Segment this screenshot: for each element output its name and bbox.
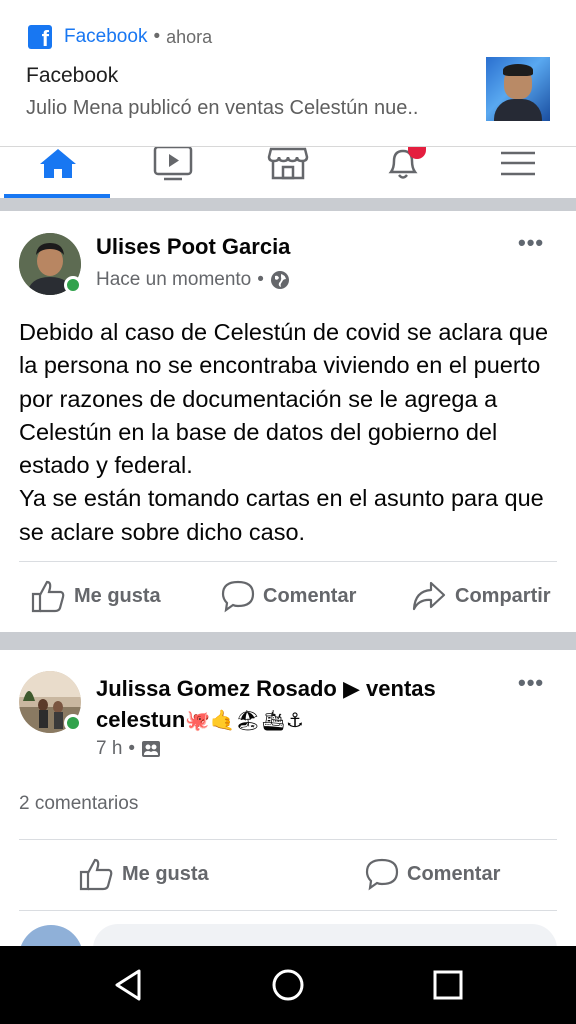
comment-label: Comentar xyxy=(263,584,357,607)
online-status-indicator xyxy=(64,276,82,294)
post-meta: Hace un momento • xyxy=(96,269,290,291)
recents-icon[interactable] xyxy=(432,969,464,1001)
notification-header: f Facebook • ahora xyxy=(28,25,213,51)
like-label: Me gusta xyxy=(74,584,161,607)
comment-icon xyxy=(221,580,255,613)
comment-icon xyxy=(365,858,399,891)
post-options-button[interactable]: ••• xyxy=(518,230,544,256)
video-tab[interactable] xyxy=(115,147,230,199)
post-time[interactable]: 7 h xyxy=(96,738,122,760)
notifications-tab[interactable] xyxy=(345,147,460,199)
post-author[interactable]: Julissa Gomez Rosado xyxy=(96,676,337,701)
notification-title: Facebook xyxy=(26,64,119,87)
share-button[interactable]: Compartir xyxy=(411,579,551,613)
actions-divider xyxy=(19,839,557,840)
post-meta: 7 h • xyxy=(96,738,161,760)
tab-bar xyxy=(0,147,576,199)
notification-card[interactable]: f Facebook • ahora Facebook Julio Mena p… xyxy=(0,0,576,147)
home-button-icon[interactable] xyxy=(271,968,305,1002)
menu-tab[interactable] xyxy=(460,147,575,199)
like-button[interactable]: Me gusta xyxy=(78,857,209,891)
notification-time: ahora xyxy=(166,26,213,47)
post-author[interactable]: Ulises Poot Garcia xyxy=(96,234,290,260)
comment-label: Comentar xyxy=(407,862,501,885)
thumbs-up-icon xyxy=(79,858,113,891)
actions-divider xyxy=(19,561,557,562)
notification-separator: • xyxy=(153,26,161,47)
notification-thumbnail xyxy=(486,57,550,121)
video-icon xyxy=(153,147,192,181)
feed-divider xyxy=(0,198,576,211)
post-text: Debido al caso de Celestún de covid se a… xyxy=(19,319,549,545)
group-arrow-icon: ▶ xyxy=(342,676,360,701)
group-name[interactable]: ventas xyxy=(366,676,436,701)
like-button[interactable]: Me gusta xyxy=(30,579,161,613)
online-status-indicator xyxy=(64,714,82,732)
group-name-continued[interactable]: celestun xyxy=(96,707,185,732)
comment-button[interactable]: Comentar xyxy=(365,857,500,891)
share-icon xyxy=(412,581,446,611)
home-tab[interactable] xyxy=(0,147,115,199)
share-label: Compartir xyxy=(455,584,551,607)
post-time[interactable]: Hace un momento xyxy=(96,269,251,291)
thumbs-up-icon xyxy=(31,580,65,613)
comments-count-link[interactable]: 2 comentarios xyxy=(19,793,138,815)
composer-divider xyxy=(19,910,557,911)
back-icon[interactable] xyxy=(112,968,144,1002)
marketplace-tab[interactable] xyxy=(230,147,345,199)
system-navigation-bar xyxy=(0,946,576,1024)
facebook-logo-icon: f xyxy=(28,25,52,51)
home-icon xyxy=(39,149,76,178)
post-header-text: Julissa Gomez Rosado ▶ ventas celestun🐙🤙… xyxy=(96,673,516,737)
like-label: Me gusta xyxy=(122,862,209,885)
meta-separator: • xyxy=(128,738,136,759)
post-options-button[interactable]: ••• xyxy=(518,670,544,696)
notification-app-name: Facebook xyxy=(64,26,148,47)
globe-icon xyxy=(270,271,289,289)
marketplace-icon xyxy=(267,147,308,180)
meta-separator: • xyxy=(257,269,264,290)
feed-divider xyxy=(0,632,576,650)
group-icon xyxy=(142,741,161,757)
comment-button[interactable]: Comentar xyxy=(221,579,356,613)
group-emoji: 🐙🤙🏖🛳⚓ xyxy=(185,710,304,732)
menu-icon xyxy=(500,151,535,176)
notification-text: Julio Mena publicó en ventas Celestún nu… xyxy=(26,97,419,119)
